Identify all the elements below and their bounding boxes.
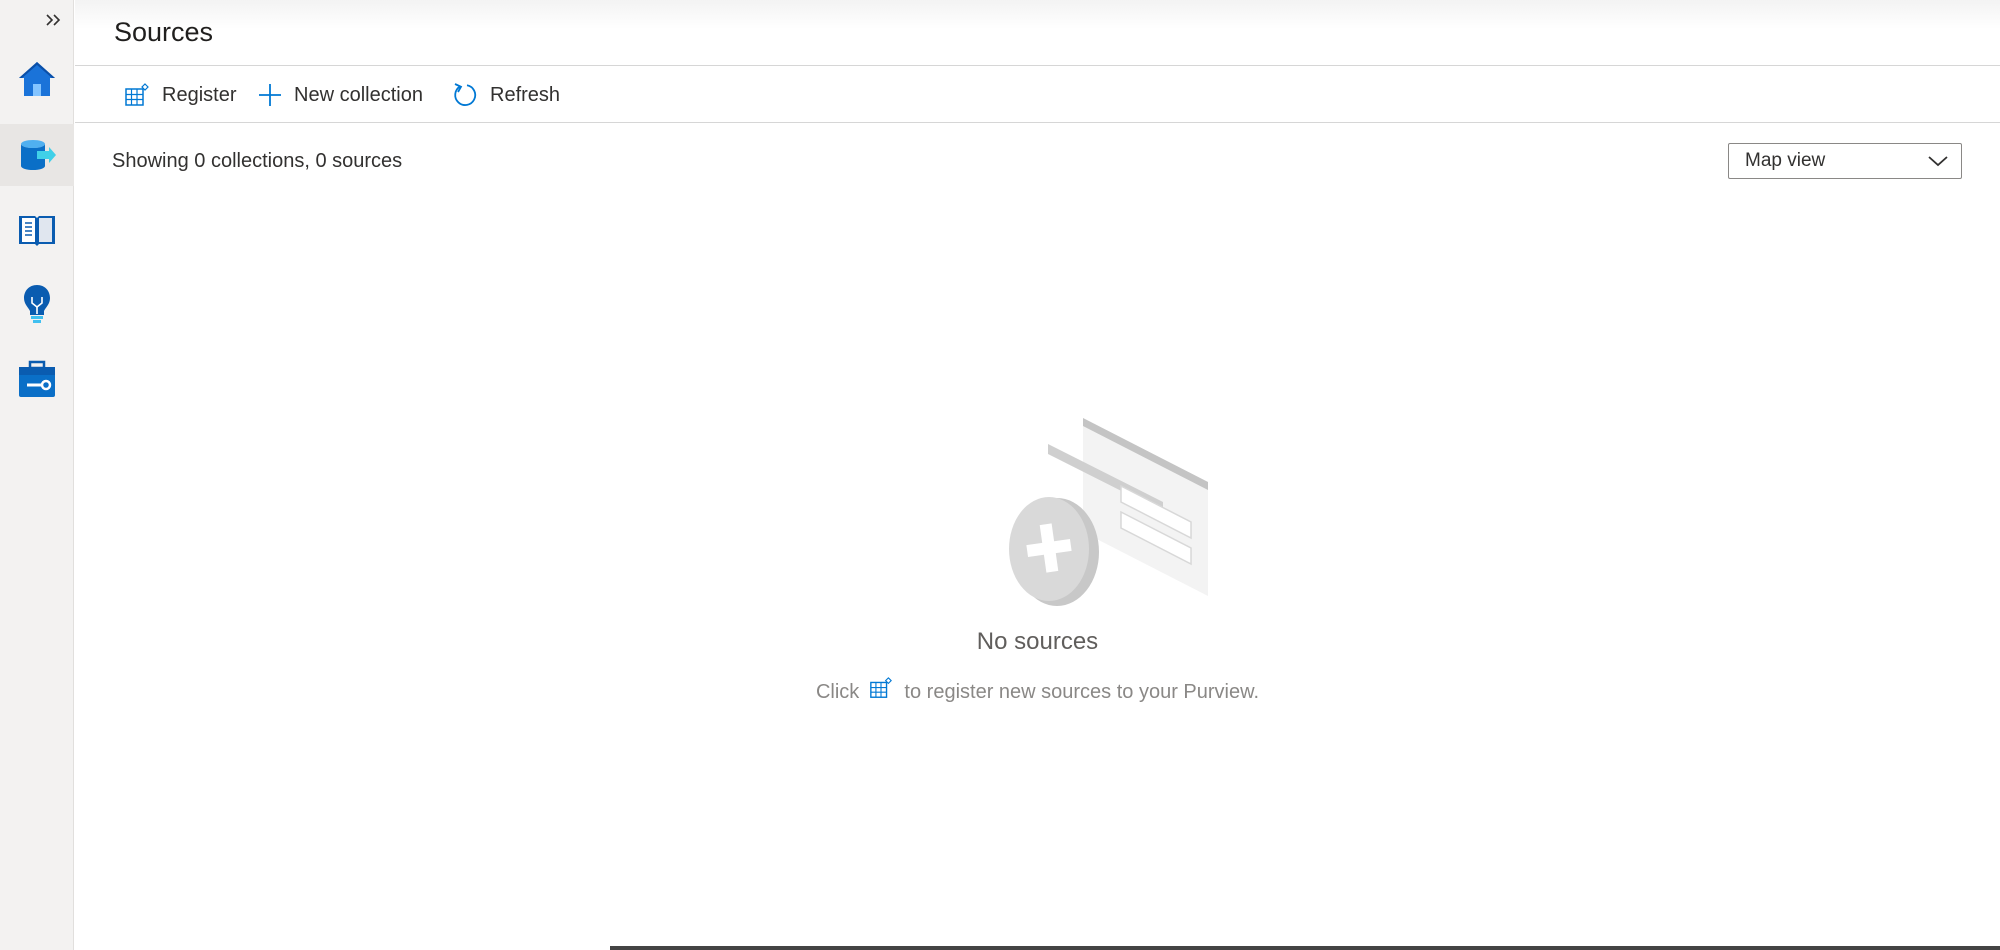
register-label: Register <box>162 83 237 106</box>
data-map-icon <box>21 140 56 170</box>
empty-state-hint: Click to register new sources to your Pu… <box>75 676 2000 704</box>
nav-item-data-map[interactable] <box>0 124 74 186</box>
empty-sources-illustration <box>1009 418 1208 606</box>
new-collection-label: New collection <box>294 83 423 106</box>
management-toolbox-icon <box>19 360 55 397</box>
expand-nav-button[interactable] <box>40 8 68 32</box>
left-nav-rail <box>0 0 74 950</box>
view-mode-dropdown[interactable]: Map view <box>1728 143 1962 179</box>
nav-item-data-catalog[interactable] <box>0 199 74 261</box>
nav-item-management[interactable] <box>0 348 74 410</box>
refresh-button[interactable]: Refresh <box>452 77 560 113</box>
plus-icon <box>259 84 281 106</box>
double-chevron-right-icon <box>46 14 61 26</box>
empty-hint-prefix: Click <box>815 681 860 703</box>
bottom-divider <box>610 946 2000 950</box>
refresh-label: Refresh <box>490 83 561 106</box>
insights-bulb-icon <box>24 285 50 323</box>
new-collection-button[interactable]: New collection <box>258 77 423 113</box>
main-content: Sources Register New collection Refresh … <box>75 0 2000 950</box>
page-title: Sources <box>114 17 214 47</box>
home-icon <box>19 62 55 96</box>
register-grid-icon <box>125 83 149 106</box>
command-bar: Register New collection Refresh <box>75 67 2000 123</box>
nav-item-home[interactable] <box>0 48 74 110</box>
sources-summary: Showing 0 collections, 0 sources <box>112 150 403 172</box>
register-grid-icon <box>870 677 892 698</box>
register-button[interactable]: Register <box>124 77 236 113</box>
catalog-book-icon <box>19 216 55 246</box>
empty-state-title: No sources <box>976 628 1099 655</box>
title-bar: Sources <box>75 0 2000 66</box>
view-mode-selected: Map view <box>1745 150 1826 171</box>
empty-hint-suffix: to register new sources to your Purview. <box>904 681 1260 703</box>
refresh-icon <box>454 83 477 106</box>
nav-item-insights[interactable] <box>0 273 74 335</box>
chevron-down-icon <box>1928 156 1948 167</box>
